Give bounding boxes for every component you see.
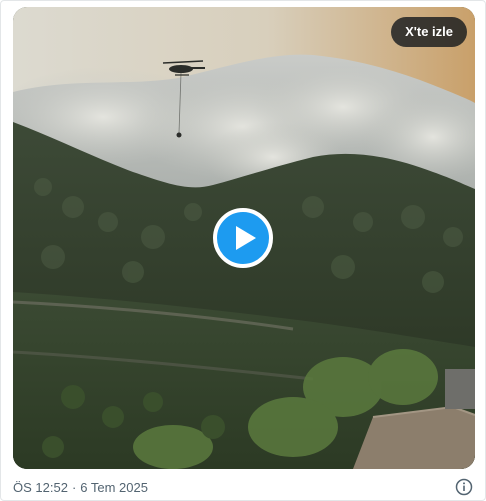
video-player[interactable]: X'te izle — [13, 7, 475, 469]
meta-separator: · — [71, 480, 77, 495]
watch-on-x-button[interactable]: X'te izle — [391, 17, 467, 47]
tweet-media-card: X'te izle ÖS 12:52 · 6 Tem 2025 — [0, 0, 486, 501]
post-date: 6 Tem 2025 — [80, 480, 148, 495]
post-time: ÖS 12:52 — [13, 480, 68, 495]
play-icon — [236, 226, 256, 250]
play-button[interactable] — [213, 208, 273, 268]
timestamp[interactable]: ÖS 12:52 · 6 Tem 2025 — [13, 479, 148, 497]
info-icon[interactable] — [455, 478, 473, 496]
